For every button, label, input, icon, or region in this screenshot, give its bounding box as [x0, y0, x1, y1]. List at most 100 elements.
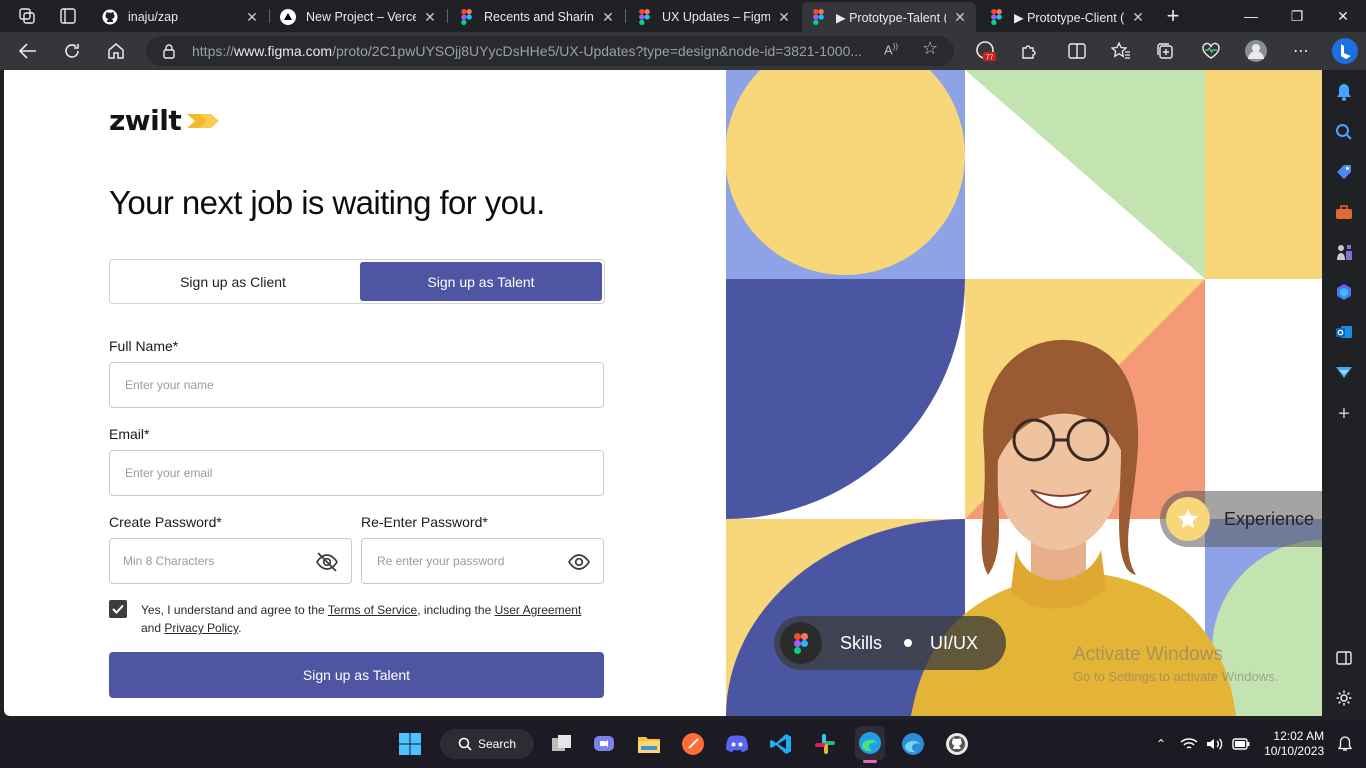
back-button[interactable] — [15, 39, 41, 63]
tab-actions-icon[interactable] — [59, 7, 77, 25]
browser-essentials-icon[interactable] — [1198, 39, 1224, 63]
zwilt-logo[interactable]: zwilt — [109, 104, 221, 137]
games-icon[interactable] — [1334, 242, 1354, 262]
terms-of-service-link[interactable]: Terms of Service — [328, 603, 417, 617]
taskbar-search[interactable]: Search — [440, 729, 534, 759]
workspaces-icon[interactable] — [18, 7, 36, 25]
signup-type-toggle: Sign up as Client Sign up as Talent — [109, 259, 605, 304]
extensions-icon[interactable] — [1016, 39, 1042, 63]
terms-checkbox[interactable] — [109, 600, 127, 618]
password-input[interactable] — [123, 554, 293, 568]
microsoft365-icon[interactable] — [1334, 282, 1354, 302]
user-agreement-link[interactable]: User Agreement — [495, 603, 582, 617]
full-name-label: Full Name* — [109, 338, 179, 354]
notifications-bell-icon[interactable] — [1334, 82, 1354, 102]
reenter-password-field[interactable] — [361, 538, 604, 584]
signup-client-tab[interactable]: Sign up as Client — [112, 262, 354, 301]
minimize-button[interactable]: — — [1228, 0, 1274, 32]
battery-icon — [1232, 738, 1250, 750]
edge-browser-icon[interactable] — [855, 726, 885, 763]
add-sidebar-app-icon[interactable]: + — [1334, 403, 1354, 425]
lock-icon[interactable] — [162, 43, 176, 62]
drop-icon[interactable] — [1334, 362, 1354, 382]
home-button[interactable] — [103, 39, 129, 63]
tab-separator — [269, 9, 270, 23]
close-window-button[interactable]: ✕ — [1320, 0, 1366, 32]
tab-recents[interactable]: Recents and Sharing ✕ — [450, 2, 624, 32]
full-name-input[interactable] — [125, 378, 603, 392]
more-menu-icon[interactable]: ⋯ — [1288, 39, 1314, 63]
reenter-password-input[interactable] — [377, 554, 547, 568]
close-icon[interactable]: ✕ — [244, 9, 260, 26]
close-icon[interactable]: ✕ — [422, 9, 438, 26]
tab-separator — [447, 9, 448, 23]
restore-button[interactable]: ❐ — [1274, 0, 1320, 32]
teams-chat-icon[interactable] — [590, 730, 618, 758]
skills-value: UI/UX — [930, 632, 979, 653]
full-name-field[interactable] — [109, 362, 604, 408]
chevron-up-icon[interactable]: ⌃ — [1156, 737, 1166, 751]
edge-sidebar: + — [1322, 70, 1366, 720]
bing-copilot-icon[interactable] — [1330, 36, 1360, 66]
active-app-indicator — [863, 760, 877, 763]
split-screen-icon[interactable] — [1064, 39, 1090, 63]
tab-label: inaju/zap — [128, 10, 179, 24]
windows-taskbar: Search ⌃ 12:02 AM 10/10/2023 — [0, 720, 1366, 768]
eye-slash-icon[interactable] — [315, 551, 339, 573]
refresh-icon — [65, 44, 79, 58]
favorite-star-icon[interactable]: ☆ — [922, 38, 938, 59]
extension-tracker-icon[interactable]: 77 — [972, 39, 998, 63]
favorites-icon[interactable] — [1108, 39, 1134, 63]
logo-text: zwilt — [109, 104, 182, 137]
discord-icon[interactable] — [723, 730, 751, 758]
shopping-tag-icon[interactable] — [1334, 162, 1354, 182]
privacy-policy-link[interactable]: Privacy Policy — [164, 621, 238, 635]
settings-gear-icon[interactable] — [1334, 688, 1354, 708]
refresh-button[interactable] — [59, 39, 85, 63]
search-icon[interactable] — [1334, 122, 1354, 142]
profile-avatar[interactable] — [1243, 39, 1269, 63]
windows-start-icon[interactable] — [396, 730, 424, 758]
signup-talent-button[interactable]: Sign up as Talent — [109, 652, 604, 698]
close-icon[interactable]: ✕ — [952, 9, 968, 26]
read-aloud-icon[interactable]: A)) — [884, 42, 898, 57]
outlook-icon[interactable] — [1334, 322, 1354, 342]
tab-prototype-client[interactable]: ▶ Prototype-Client (F ✕ — [980, 2, 1154, 32]
collections-icon[interactable] — [1152, 39, 1178, 63]
tab-github[interactable]: inaju/zap ✕ — [94, 2, 268, 32]
tab-label: ▶ Prototype-Client (F — [1014, 10, 1124, 25]
task-view-icon[interactable] — [548, 730, 576, 758]
page-headline: Your next job is waiting for you. — [109, 184, 545, 221]
postman-icon[interactable] — [679, 730, 707, 758]
edge-dev-icon[interactable] — [899, 730, 927, 758]
tab-prototype-talent[interactable]: ▶ Prototype-Talent (Fi ✕ — [802, 2, 976, 32]
new-tab-button[interactable]: + — [1150, 0, 1196, 32]
tools-icon[interactable] — [1334, 202, 1354, 222]
tab-strip: inaju/zap ✕ New Project – Vercel ✕ Recen… — [0, 0, 1366, 32]
activate-windows-title: Activate Windows — [1073, 644, 1223, 665]
close-icon[interactable]: ✕ — [1130, 9, 1146, 26]
tab-vercel[interactable]: New Project – Vercel ✕ — [272, 2, 446, 32]
github-desktop-icon[interactable] — [943, 730, 971, 758]
password-field[interactable] — [109, 538, 352, 584]
url-path: /proto/2C1pwUYSOjj8UYycDsHHe5/UX-Updates… — [332, 43, 863, 59]
clock-time: 12:02 AM — [1273, 729, 1325, 743]
figma-icon — [810, 9, 826, 25]
signup-talent-tab[interactable]: Sign up as Talent — [360, 262, 602, 301]
terms-text: Yes, I understand and agree to the Terms… — [141, 601, 611, 637]
hide-sidebar-icon[interactable] — [1334, 648, 1354, 668]
file-explorer-icon[interactable] — [635, 730, 663, 758]
email-field[interactable] — [109, 450, 604, 496]
close-icon[interactable]: ✕ — [776, 9, 792, 26]
vscode-icon[interactable] — [767, 730, 795, 758]
close-icon[interactable]: ✕ — [600, 9, 616, 26]
slack-icon[interactable] — [811, 730, 839, 758]
email-input[interactable] — [125, 466, 603, 480]
tab-ux-updates[interactable]: UX Updates – Figma ✕ — [628, 2, 800, 32]
back-arrow-icon — [19, 43, 36, 59]
terms-end: . — [238, 621, 242, 635]
experience-pill: Experience — [1160, 491, 1322, 547]
eye-icon[interactable] — [567, 551, 591, 573]
address-bar[interactable]: https://www.figma.com/proto/2C1pwUYSOjj8… — [146, 36, 954, 66]
clock[interactable]: 12:02 AM 10/10/2023 — [1264, 729, 1324, 759]
